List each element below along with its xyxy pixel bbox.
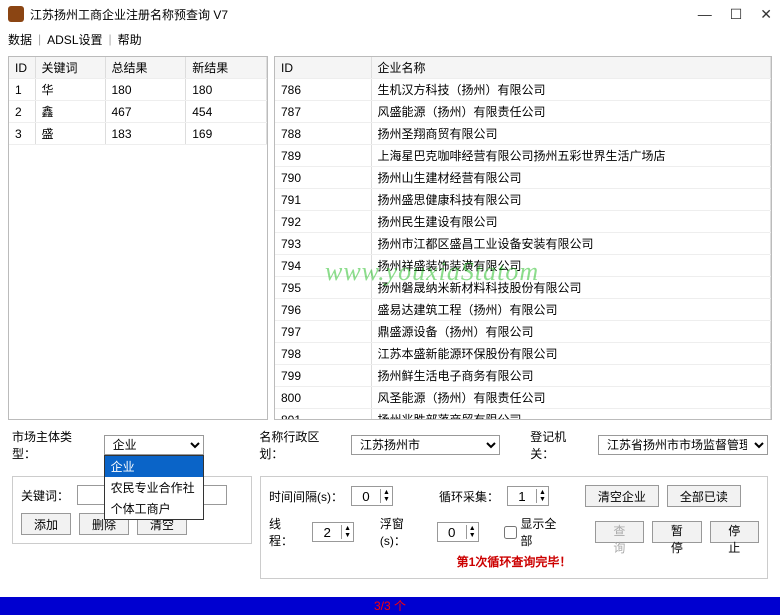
table-row[interactable]: 794扬州祥盛装饰装潢有限公司 [275,255,771,277]
entity-type-label: 市场主体类型： [12,428,96,462]
float-spinner[interactable]: ▲▼ [437,522,479,542]
table-row[interactable]: 791扬州盛思健康科技有限公司 [275,189,771,211]
region-label: 名称行政区划： [259,428,343,462]
table-row[interactable]: 792扬州民生建设有限公司 [275,211,771,233]
minimize-button[interactable]: — [698,6,712,23]
chevron-down-icon[interactable]: ▼ [342,532,353,539]
query-group: 时间间隔(s)： ▲▼ 循环采集： ▲▼ 清空企业 全部已读 线程： ▲▼ 浮窗… [260,476,768,579]
loop-label: 循环采集： [439,488,499,505]
status-bar: 3/3 个 [0,597,780,615]
col-new[interactable]: 新结果 [186,57,267,79]
pause-button[interactable]: 暂停 [652,521,701,543]
table-row[interactable]: 790扬州山生建材经营有限公司 [275,167,771,189]
controls-panel: 市场主体类型： 企业 企业 农民专业合作社 个体工商户 名称行政区划： 江苏扬州… [0,420,780,591]
all-read-button[interactable]: 全部已读 [667,485,741,507]
col-id[interactable]: ID [9,57,35,79]
menu-data[interactable]: 数据 [8,31,32,48]
table-row[interactable]: 1华180180 [9,79,267,101]
col-company-name[interactable]: 企业名称 [371,57,771,79]
loop-spinner[interactable]: ▲▼ [507,486,549,506]
menu-adsl[interactable]: ADSL设置 [47,31,102,48]
chevron-up-icon[interactable]: ▲ [467,525,478,532]
float-label: 浮窗(s)： [380,515,429,549]
menubar: 数据 | ADSL设置 | 帮助 [0,28,780,50]
titlebar: 江苏扬州工商企业注册名称预查询 V7 — ☐ ✕ [0,0,780,28]
table-row[interactable]: 3盛183169 [9,123,267,145]
table-row[interactable]: 787风盛能源（扬州）有限责任公司 [275,101,771,123]
keywords-table: ID 关键词 总结果 新结果 1华1801802鑫4674543盛183169 [8,56,268,420]
menu-help[interactable]: 帮助 [118,31,142,48]
table-row[interactable]: 796盛易达建筑工程（扬州）有限公司 [275,299,771,321]
table-row[interactable]: 800风圣能源（扬州）有限责任公司 [275,387,771,409]
chevron-down-icon[interactable]: ▼ [537,496,548,503]
table-row[interactable]: 789上海星巴克咖啡经营有限公司扬州五彩世界生活广场店 [275,145,771,167]
entity-type-select[interactable]: 企业 [104,435,204,455]
chevron-up-icon[interactable]: ▲ [537,489,548,496]
query-button[interactable]: 查询 [595,521,644,543]
chevron-down-icon[interactable]: ▼ [381,496,392,503]
close-button[interactable]: ✕ [760,6,772,23]
window-title: 江苏扬州工商企业注册名称预查询 V7 [30,6,698,23]
table-row[interactable]: 799扬州鲜生活电子商务有限公司 [275,365,771,387]
status-message: 第1次循环查询完毕！ [269,553,759,570]
thread-label: 线程： [269,515,304,549]
dropdown-option[interactable]: 个体工商户 [105,498,203,519]
results-table: www.youxiaStatom ID 企业名称 786生机汉方科技（扬州）有限… [274,56,772,420]
col-total[interactable]: 总结果 [105,57,186,79]
chevron-down-icon[interactable]: ▼ [467,532,478,539]
col-id[interactable]: ID [275,57,371,79]
dropdown-option[interactable]: 农民专业合作社 [105,477,203,498]
show-all-checkbox[interactable]: 显示全部 [504,515,567,549]
interval-spinner[interactable]: ▲▼ [351,486,393,506]
authority-select[interactable]: 江苏省扬州市市场监督管理局 [598,435,768,455]
keyword-label: 关键词： [21,487,69,504]
region-select[interactable]: 江苏扬州市 [351,435,500,455]
table-row[interactable]: 793扬州市江都区盛昌工业设备安装有限公司 [275,233,771,255]
dropdown-option[interactable]: 企业 [105,456,203,477]
table-row[interactable]: 801扬州兆胜部落商贸有限公司 [275,409,771,421]
chevron-up-icon[interactable]: ▲ [342,525,353,532]
stop-button[interactable]: 停止 [710,521,759,543]
table-row[interactable]: 795扬州磐晟纳米新材料科技股份有限公司 [275,277,771,299]
window-controls: — ☐ ✕ [698,6,772,23]
col-keyword[interactable]: 关键词 [35,57,105,79]
maximize-button[interactable]: ☐ [730,6,743,23]
table-row[interactable]: 2鑫467454 [9,101,267,123]
table-row[interactable]: 798江苏本盛新能源环保股份有限公司 [275,343,771,365]
thread-spinner[interactable]: ▲▼ [312,522,354,542]
table-row[interactable]: 786生机汉方科技（扬州）有限公司 [275,79,771,101]
add-button[interactable]: 添加 [21,513,71,535]
interval-label: 时间间隔(s)： [269,488,343,505]
clear-enterprise-button[interactable]: 清空企业 [585,485,659,507]
table-row[interactable]: 797鼎盛源设备（扬州）有限公司 [275,321,771,343]
table-row[interactable]: 788扬州圣翔商贸有限公司 [275,123,771,145]
authority-label: 登记机关： [530,428,590,462]
app-icon [8,6,24,22]
chevron-up-icon[interactable]: ▲ [381,489,392,496]
entity-type-dropdown: 企业 农民专业合作社 个体工商户 [104,455,204,520]
